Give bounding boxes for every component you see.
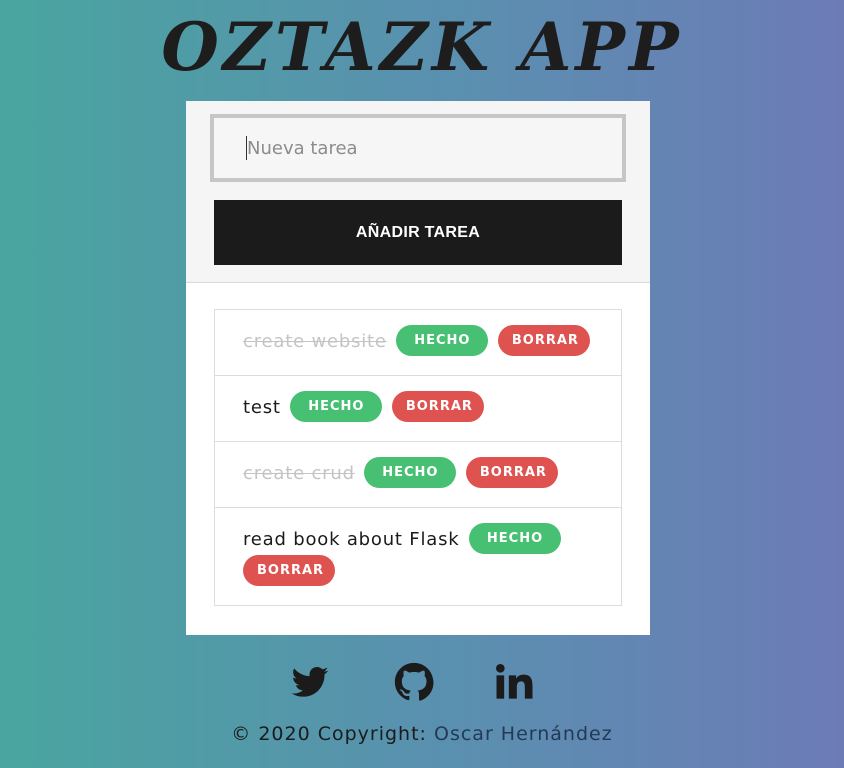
task-text: read book about Flask: [243, 529, 460, 550]
done-button[interactable]: HECHO: [364, 456, 457, 488]
delete-button[interactable]: BORRAR: [243, 554, 335, 586]
delete-button[interactable]: BORRAR: [497, 324, 590, 356]
task-text: create crud: [243, 463, 355, 484]
app-title: OZTAZK APP: [161, 8, 683, 86]
new-task-input[interactable]: [210, 114, 626, 182]
done-button[interactable]: HECHO: [290, 390, 383, 422]
footer: © 2020 Copyright: Oscar Hernández: [0, 723, 844, 745]
todo-card: AÑADIR TAREA create website HECHO BORRAR…: [186, 101, 650, 635]
task-item: read book about Flask HECHO BORRAR: [215, 508, 621, 605]
done-button[interactable]: HECHO: [396, 324, 489, 356]
task-text: test: [243, 397, 281, 418]
linkedin-icon[interactable]: [494, 662, 534, 702]
author-link[interactable]: Oscar Hernández: [434, 723, 613, 745]
delete-button[interactable]: BORRAR: [465, 456, 558, 488]
task-form: AÑADIR TAREA: [186, 101, 650, 283]
twitter-icon[interactable]: [290, 662, 330, 702]
copyright-text: © 2020 Copyright:: [231, 723, 434, 745]
task-text: create website: [243, 331, 387, 352]
task-item: create crud HECHO BORRAR: [215, 442, 621, 508]
delete-button[interactable]: BORRAR: [391, 390, 484, 422]
text-caret: [246, 136, 247, 160]
task-item: test HECHO BORRAR: [215, 376, 621, 442]
add-task-button[interactable]: AÑADIR TAREA: [214, 200, 622, 265]
social-links: [0, 662, 844, 702]
github-icon[interactable]: [394, 662, 434, 702]
task-list: create website HECHO BORRAR test HECHO B…: [214, 309, 622, 606]
done-button[interactable]: HECHO: [469, 522, 562, 554]
task-item: create website HECHO BORRAR: [215, 310, 621, 376]
